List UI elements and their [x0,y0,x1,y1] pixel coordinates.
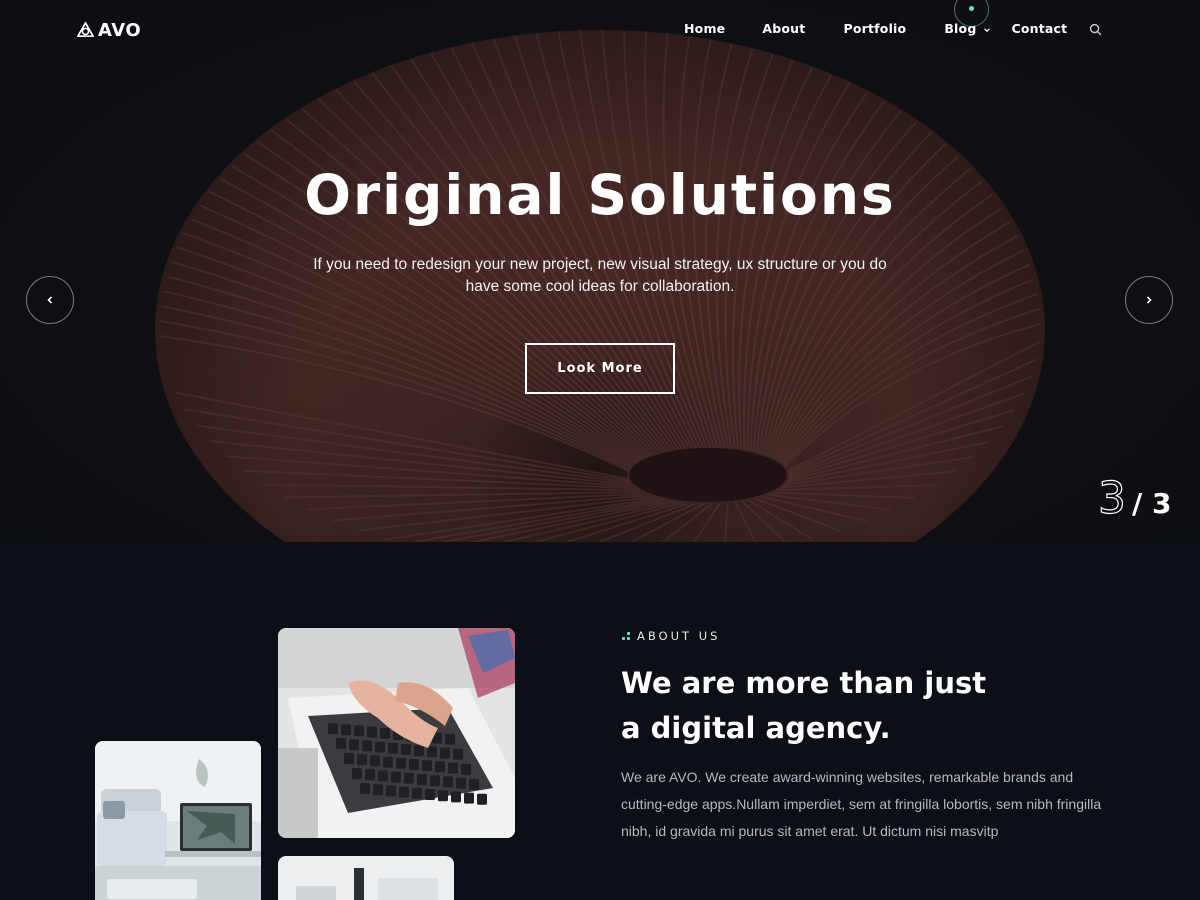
about-paragraph: We are AVO. We create award-winning webs… [621,769,1102,839]
about-section: ABOUT US We are more than just a digital… [0,542,1200,900]
about-heading: We are more than just a digital agency. [621,661,1121,751]
brand-logo[interactable]: AVO [76,19,141,41]
nav-item-contact[interactable]: Contact [1011,21,1067,36]
top-navigation: AVO Home About Portfolio Blog Contact [0,0,1200,60]
slide-total-number: / 3 [1132,487,1172,520]
search-icon[interactable] [1089,23,1102,36]
slide-counter: 3 / 3 [1097,470,1172,524]
about-eyebrow-label: ABOUT US [637,629,721,643]
nav-item-portfolio[interactable]: Portfolio [843,21,906,36]
hero-title: Original Solutions [304,163,896,227]
brand-name: AVO [98,19,142,41]
about-heading-line-1: We are more than just [621,666,987,700]
about-eyebrow: ABOUT US [621,629,720,643]
about-image-workspace [278,856,454,900]
slider-prev-button[interactable] [26,276,74,324]
about-heading-line-2: a digital agency. [621,711,891,745]
about-image-laptop-typing [278,628,515,838]
nav-item-about[interactable]: About [762,21,805,36]
chevron-left-icon [47,296,53,304]
chevron-down-icon [984,27,991,32]
hero-slider: AVO Home About Portfolio Blog Contact Or… [0,0,1200,542]
triangle-knot-logo-icon [77,21,94,37]
nav-menu: Home About Portfolio Blog Contact [684,21,1067,36]
hero-subtitle: If you need to redesign your new project… [313,256,887,295]
dots-icon [621,631,631,641]
slider-next-button[interactable] [1125,276,1173,324]
look-more-button[interactable]: Look More [525,343,675,394]
chevron-right-icon [1146,296,1152,304]
about-image-living-room [95,741,261,900]
nav-item-home[interactable]: Home [684,21,725,36]
slide-current-number: 3 [1097,473,1126,524]
